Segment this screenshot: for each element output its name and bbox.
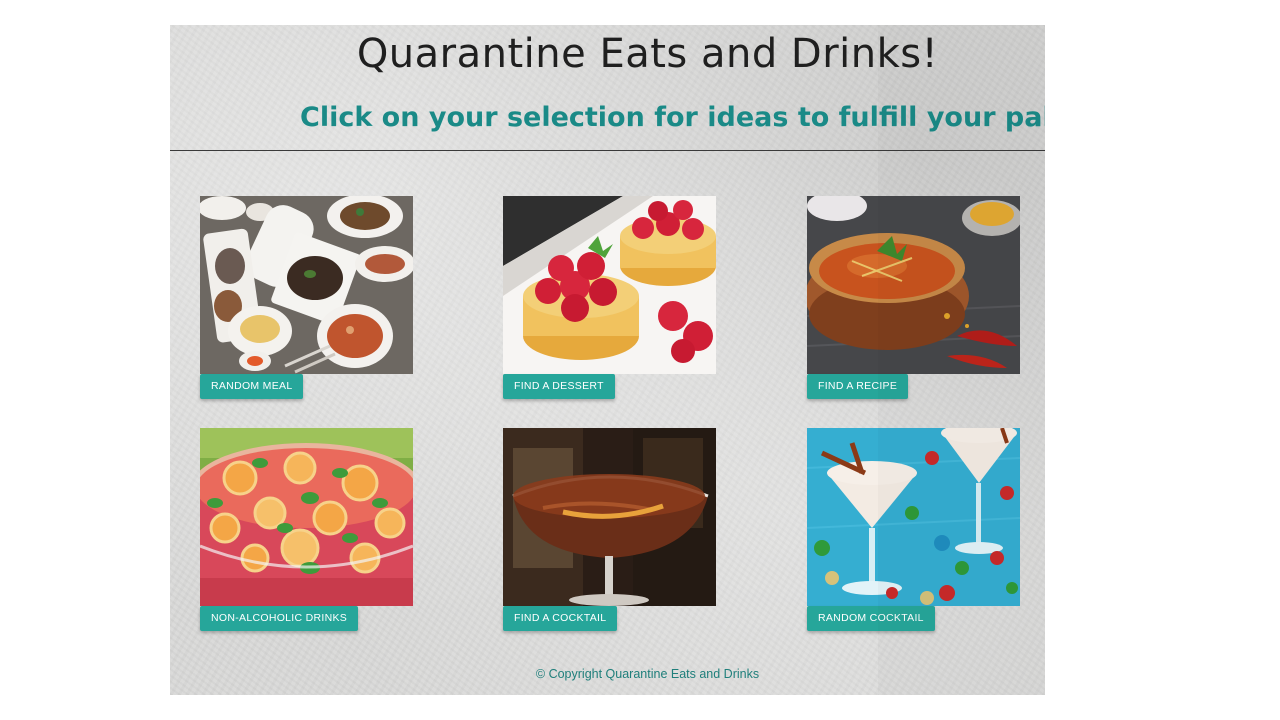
card-random-meal: RANDOM MEAL — [200, 196, 413, 399]
random-meal-button[interactable]: RANDOM MEAL — [200, 374, 304, 399]
card-find-recipe: FIND A RECIPE — [807, 196, 1020, 399]
holiday-cocktails-image[interactable] — [807, 428, 1020, 606]
citrus-punch-bowl-image[interactable] — [200, 428, 413, 606]
page-title: Quarantine Eats and Drinks! — [356, 31, 939, 77]
random-cocktail-button[interactable]: RANDOM COCKTAIL — [807, 606, 935, 631]
asian-meal-spread-image[interactable] — [200, 196, 413, 374]
card-random-cocktail: RANDOM COCKTAIL — [807, 428, 1020, 631]
card-find-dessert: FIND A DESSERT — [503, 196, 716, 399]
header: Quarantine Eats and Drinks! Click on you… — [170, 25, 1045, 151]
non-alcoholic-drinks-button[interactable]: NON-ALCOHOLIC DRINKS — [200, 606, 359, 631]
curry-bowl-image[interactable] — [807, 196, 1020, 374]
find-recipe-button[interactable]: FIND A RECIPE — [807, 374, 909, 399]
cocktail-coupe-image[interactable] — [503, 428, 716, 606]
page-container: Quarantine Eats and Drinks! Click on you… — [170, 25, 1045, 695]
page-subtitle: Click on your selection for ideas to ful… — [300, 102, 1045, 133]
card-find-cocktail: FIND A COCKTAIL — [503, 428, 716, 631]
raspberry-tarts-image[interactable] — [503, 196, 716, 374]
footer-copyright: © Copyright Quarantine Eats and Drinks — [535, 667, 760, 681]
find-cocktail-button[interactable]: FIND A COCKTAIL — [503, 606, 618, 631]
card-non-alcoholic-drinks: NON-ALCOHOLIC DRINKS — [200, 428, 413, 631]
find-dessert-button[interactable]: FIND A DESSERT — [503, 374, 615, 399]
